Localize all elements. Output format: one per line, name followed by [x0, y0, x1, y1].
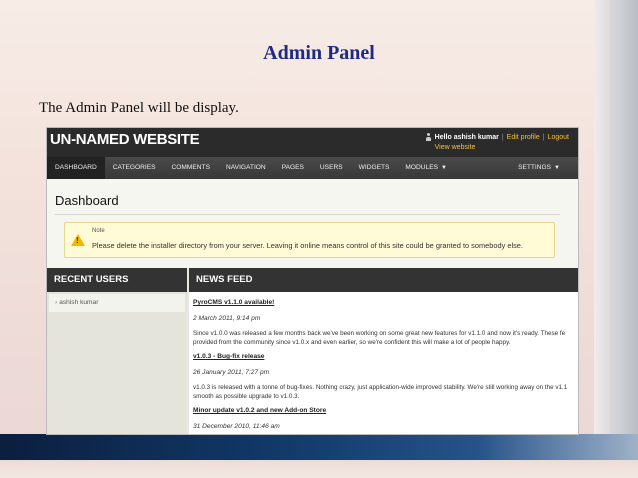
news-feed-panel: NEWS FEED PyroCMS v1.1.0 available! 2 Ma…	[189, 268, 578, 434]
main-navbar: DASHBOARD CATEGORIES COMMENTS NAVIGATION…	[47, 157, 578, 179]
news-item: Minor update v1.0.2 and new Add-on Store…	[193, 405, 578, 434]
recent-users-panel: RECENT USERS › ashish kumar	[47, 268, 187, 434]
news-text-line: v1.0.3 is released with a tonne of bug-f…	[193, 384, 568, 391]
news-date: 31 December 2010, 11:46 am	[193, 423, 280, 430]
nav-item-categories[interactable]: CATEGORIES	[105, 157, 164, 179]
nav-item-settings-label: SETTINGS	[518, 164, 552, 171]
note-text: Please delete the installer directory fr…	[92, 241, 523, 250]
news-title-link[interactable]: Minor update v1.0.2 and new Add-on Store	[193, 405, 578, 417]
news-title-link[interactable]: v1.0.3 - Bug-fix release	[193, 351, 578, 363]
recent-users-header: RECENT USERS	[47, 268, 187, 292]
list-item[interactable]: › ashish kumar	[49, 297, 185, 309]
news-item: PyroCMS v1.1.0 available! 2 March 2011, …	[193, 297, 578, 347]
nav-item-navigation[interactable]: NAVIGATION	[218, 157, 274, 179]
logout-link[interactable]: Logout	[548, 134, 569, 141]
news-title-link[interactable]: PyroCMS v1.1.0 available!	[193, 297, 578, 309]
user-icon	[425, 133, 432, 141]
bullet-icon: ›	[55, 299, 58, 306]
news-feed-body: PyroCMS v1.1.0 available! 2 March 2011, …	[189, 292, 578, 434]
chevron-down-icon: ▼	[441, 165, 447, 171]
separator: |	[542, 133, 545, 141]
nav-item-modules-label: MODULES	[405, 164, 439, 171]
admin-panel-screenshot: UN-NAMED WEBSITE Hello ashish kumar | Ed…	[46, 127, 579, 435]
warning-icon: !	[71, 234, 85, 246]
separator: |	[501, 133, 504, 141]
bottom-panels: RECENT USERS › ashish kumar NEWS FEED Pyr…	[47, 268, 578, 434]
site-title[interactable]: UN-NAMED WEBSITE	[50, 131, 200, 148]
news-text-line: provided from the community since v1.0.x…	[193, 339, 511, 346]
news-text: Since v1.0.0 was released a few months b…	[193, 329, 578, 347]
hello-user: Hello ashish kumar	[434, 133, 499, 141]
edit-profile-link[interactable]: Edit profile	[507, 134, 540, 141]
news-date: 2 March 2011, 9:14 pm	[193, 315, 261, 322]
nav-item-pages[interactable]: PAGES	[274, 157, 312, 179]
user-links: Hello ashish kumar | Edit profile | Logo…	[425, 132, 569, 152]
nav-item-comments[interactable]: COMMENTS	[164, 157, 218, 179]
view-website-link[interactable]: View website	[435, 144, 476, 151]
installer-warning-note: ! Note Please delete the installer direc…	[64, 222, 555, 258]
site-header: UN-NAMED WEBSITE Hello ashish kumar | Ed…	[47, 128, 578, 157]
nav-item-dashboard[interactable]: DASHBOARD	[47, 157, 105, 179]
news-item: v1.0.3 - Bug-fix release 26 January 2011…	[193, 351, 578, 401]
news-feed-header: NEWS FEED	[189, 268, 578, 292]
recent-users-list: › ashish kumar	[49, 294, 185, 312]
user-name: ashish kumar	[59, 299, 99, 306]
page-title: Dashboard	[55, 193, 119, 208]
news-text-line: Since v1.0.0 was released a few months b…	[193, 330, 566, 337]
slide-bottom-strip	[0, 460, 638, 478]
nav-item-settings[interactable]: SETTINGS ▼	[510, 157, 568, 179]
divider	[55, 214, 560, 215]
nav-item-users[interactable]: USERS	[312, 157, 351, 179]
news-text: v1.0.3 is released with a tonne of bug-f…	[193, 383, 578, 401]
dashboard-area: Dashboard ! Note Please delete the insta…	[47, 179, 578, 268]
note-label: Note	[92, 228, 105, 234]
slide-bottom-band	[0, 434, 638, 460]
news-text-line: smooth as possible upgrade to v1.0.3.	[193, 393, 300, 400]
nav-item-modules[interactable]: MODULES ▼	[397, 157, 455, 179]
slide-text: The Admin Panel will be display.	[39, 100, 239, 116]
slide-right-band-inner	[594, 0, 610, 478]
news-date: 26 January 2011, 7:27 pm	[193, 369, 270, 376]
nav-item-widgets[interactable]: WIDGETS	[351, 157, 398, 179]
slide-title: Admin Panel	[263, 42, 375, 64]
chevron-down-icon: ▼	[554, 165, 560, 171]
